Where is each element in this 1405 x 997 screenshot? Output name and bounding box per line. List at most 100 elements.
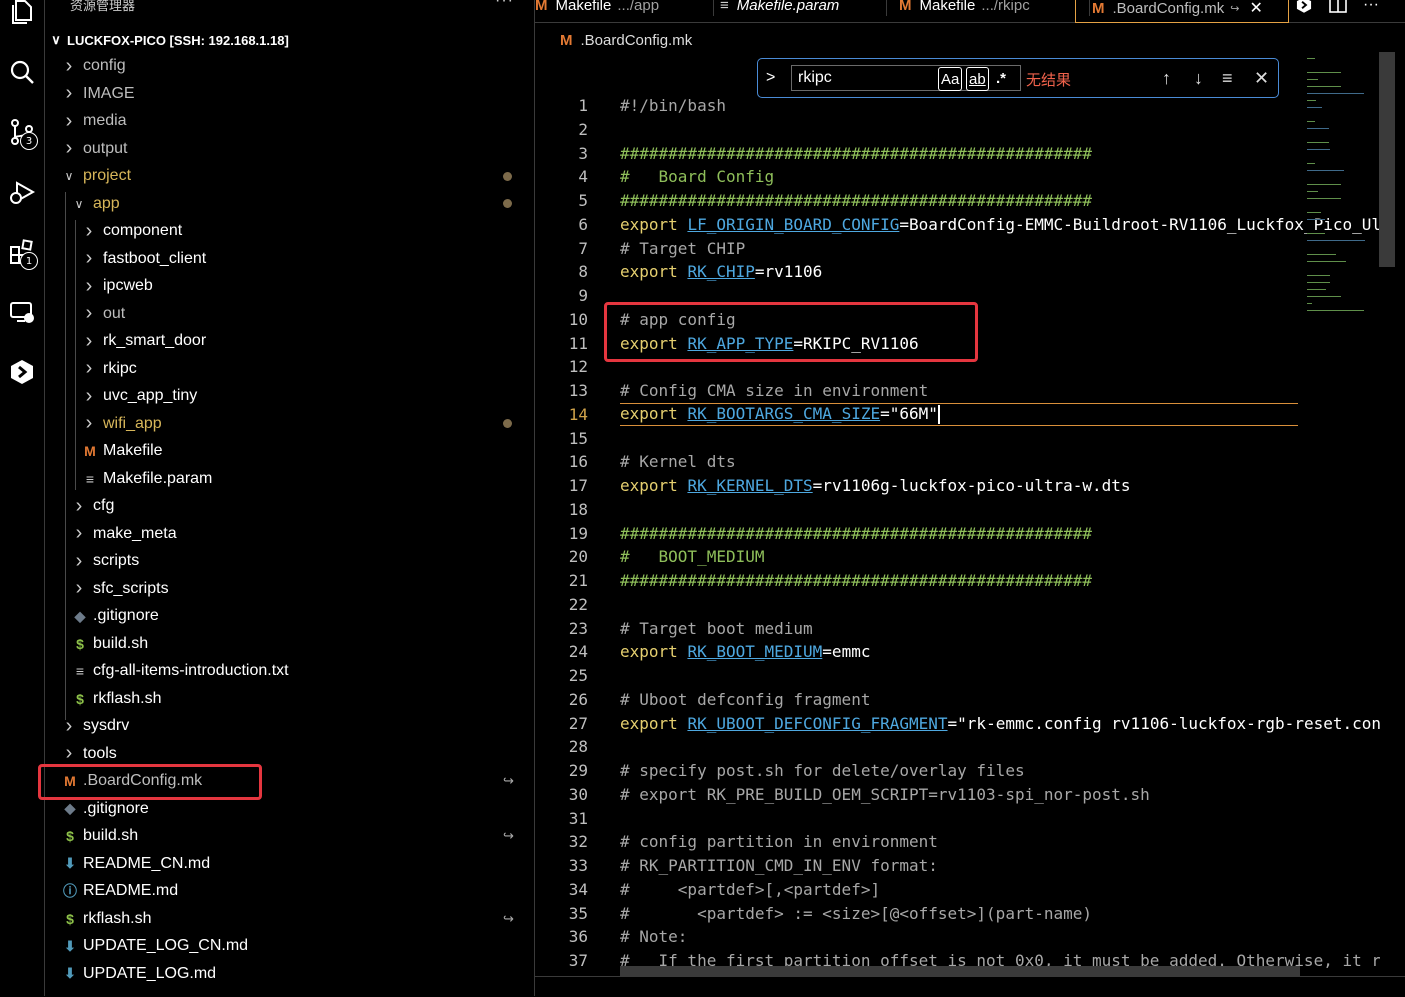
tree-folder[interactable]: › out: [45, 301, 534, 327]
tree-folder[interactable]: › cfg: [45, 493, 534, 519]
token-hash: ########################################…: [620, 571, 1093, 590]
tab-makefile-param[interactable]: ≡ Makefile.param: [714, 0, 887, 16]
workspace-root[interactable]: ∨ LUCKFOX-PICO [SSH: 192.168.1.18]: [45, 29, 534, 51]
previous-match-icon[interactable]: ↑: [1162, 68, 1171, 89]
chevron-down-icon[interactable]: ∨: [71, 197, 87, 211]
run-debug-icon[interactable]: [0, 168, 44, 216]
tree-item-label: rk_smart_door: [103, 332, 207, 349]
source-control-icon[interactable]: 3: [0, 108, 44, 156]
next-match-icon[interactable]: ↓: [1194, 68, 1203, 89]
chevron-right-icon[interactable]: ›: [71, 495, 87, 518]
chevron-right-icon[interactable]: ›: [71, 550, 87, 573]
token-kw: export: [620, 713, 688, 733]
tree-folder[interactable]: › rk_smart_door: [45, 328, 534, 354]
tree-folder[interactable]: › rkipc: [45, 356, 534, 382]
tree-folder[interactable]: › IMAGE: [45, 81, 534, 107]
line-number: 20: [568, 547, 588, 567]
match-case-button[interactable]: Aa: [938, 67, 963, 91]
chevron-right-icon[interactable]: ›: [81, 357, 97, 380]
chevron-right-icon[interactable]: ›: [71, 577, 87, 600]
extensions-icon[interactable]: 1: [0, 228, 44, 276]
search-icon[interactable]: [0, 48, 44, 96]
markdown-icon: ⬇: [64, 937, 76, 954]
remote-logo-icon[interactable]: [0, 348, 44, 396]
whole-word-button[interactable]: ab: [966, 67, 989, 91]
chevron-right-icon[interactable]: ›: [71, 522, 87, 545]
chevron-right-icon[interactable]: ›: [81, 330, 97, 353]
tree-file[interactable]: $ rkflash.sh ↪: [45, 906, 534, 932]
minimap[interactable]: [1305, 52, 1379, 322]
tree-folder[interactable]: › make_meta: [45, 521, 534, 547]
code-text: ########################################…: [620, 191, 1380, 210]
code-line: 18: [535, 498, 1380, 521]
tree-folder[interactable]: › media: [45, 108, 534, 134]
makefile-icon: M: [560, 31, 573, 49]
tree-folder[interactable]: › tools: [45, 741, 534, 767]
breadcrumb[interactable]: M .BoardConfig.mk: [535, 28, 692, 52]
chevron-right-icon[interactable]: ›: [81, 412, 97, 435]
vertical-scrollbar[interactable]: [1379, 52, 1395, 267]
horizontal-scrollbar[interactable]: [620, 966, 1300, 976]
chevron-right-icon[interactable]: ›: [61, 137, 77, 160]
more-actions-icon[interactable]: ···: [1363, 0, 1379, 14]
tree-folder[interactable]: ∨ project: [45, 163, 534, 189]
tree-folder[interactable]: › sfc_scripts: [45, 576, 534, 602]
tree-folder[interactable]: › sysdrv: [45, 713, 534, 739]
makefile-icon: M: [535, 0, 548, 14]
chevron-right-icon[interactable]: ›: [81, 247, 97, 270]
tree-folder[interactable]: › config: [45, 53, 534, 79]
close-icon[interactable]: ✕: [1249, 0, 1262, 18]
tree-item-label: out: [103, 304, 126, 322]
tree-file[interactable]: ⓘ README.md: [45, 878, 534, 904]
tree-file[interactable]: $ build.sh: [45, 631, 534, 657]
tree-file[interactable]: $ rkflash.sh: [45, 686, 534, 712]
chevron-right-icon[interactable]: ›: [81, 302, 97, 325]
tab-makefile-app[interactable]: M Makefile .../app: [535, 0, 714, 16]
tree-file[interactable]: ≡ Makefile.param: [45, 466, 534, 492]
tab-boardconfig[interactable]: M .BoardConfig.mk ↪ ✕: [1075, 0, 1289, 23]
tree-folder[interactable]: ∨ app: [45, 191, 534, 217]
tree-file[interactable]: $ build.sh ↪: [45, 823, 534, 849]
tree-folder[interactable]: › component: [45, 218, 534, 244]
chevron-right-icon[interactable]: ›: [61, 55, 77, 78]
tree-folder[interactable]: › wifi_app: [45, 411, 534, 437]
tree-folder[interactable]: › output: [45, 136, 534, 162]
tab-makefile-rkipc[interactable]: M Makefile .../rkipc: [881, 0, 1090, 16]
line-number: 1: [578, 96, 588, 115]
code-line: 13 # Config CMA size in environment: [535, 379, 1380, 402]
line-number: 17: [568, 476, 588, 495]
tree-folder[interactable]: › scripts: [45, 548, 534, 574]
regex-button[interactable]: .*: [996, 67, 1006, 89]
tree-file[interactable]: ⬇ UPDATE_LOG.md: [45, 961, 534, 987]
remote-explorer-icon[interactable]: [0, 288, 44, 336]
line-number: 10: [568, 309, 588, 329]
chevron-right-icon[interactable]: ›: [81, 220, 97, 243]
close-find-icon[interactable]: ✕: [1254, 68, 1269, 89]
chevron-down-icon[interactable]: ∨: [61, 169, 77, 183]
tree-file[interactable]: ⬇ README_CN.md: [45, 851, 534, 877]
chevron-right-icon[interactable]: ›: [61, 742, 77, 765]
remote-logo-icon[interactable]: [1295, 0, 1313, 14]
find-in-selection-icon[interactable]: ≡: [1222, 68, 1233, 89]
chevron-right-icon[interactable]: ›: [81, 275, 97, 298]
chevron-right-icon[interactable]: ›: [61, 715, 77, 738]
tree-file[interactable]: ≡ cfg-all-items-introduction.txt: [45, 658, 534, 684]
split-editor-icon[interactable]: [1329, 0, 1347, 14]
chevron-right-icon[interactable]: ›: [81, 385, 97, 408]
chevron-right-icon[interactable]: ›: [61, 82, 77, 105]
code-line: 27 export RK_UBOOT_DEFCONFIG_FRAGMENT="rk…: [535, 712, 1380, 735]
tree-folder[interactable]: › ipcweb: [45, 273, 534, 299]
tree-file[interactable]: M Makefile: [45, 438, 534, 464]
tree-folder[interactable]: › uvc_app_tiny: [45, 383, 534, 409]
code-editor[interactable]: 1 #!/bin/bash 2 3 ##########################…: [535, 52, 1405, 976]
tree-file[interactable]: ◆ .gitignore: [45, 603, 534, 629]
code-line: 23 # Target boot medium: [535, 617, 1380, 640]
more-actions-icon[interactable]: ···: [495, 0, 514, 10]
token-com: # RK_PARTITION_CMD_IN_ENV format:: [620, 856, 938, 875]
explorer-icon[interactable]: [0, 0, 44, 36]
tree-item-label: component: [103, 222, 183, 239]
toggle-replace-icon[interactable]: >: [766, 69, 775, 87]
tree-file[interactable]: ⬇ UPDATE_LOG_CN.md: [45, 933, 534, 959]
chevron-right-icon[interactable]: ›: [61, 110, 77, 133]
tree-folder[interactable]: › fastboot_client: [45, 246, 534, 272]
